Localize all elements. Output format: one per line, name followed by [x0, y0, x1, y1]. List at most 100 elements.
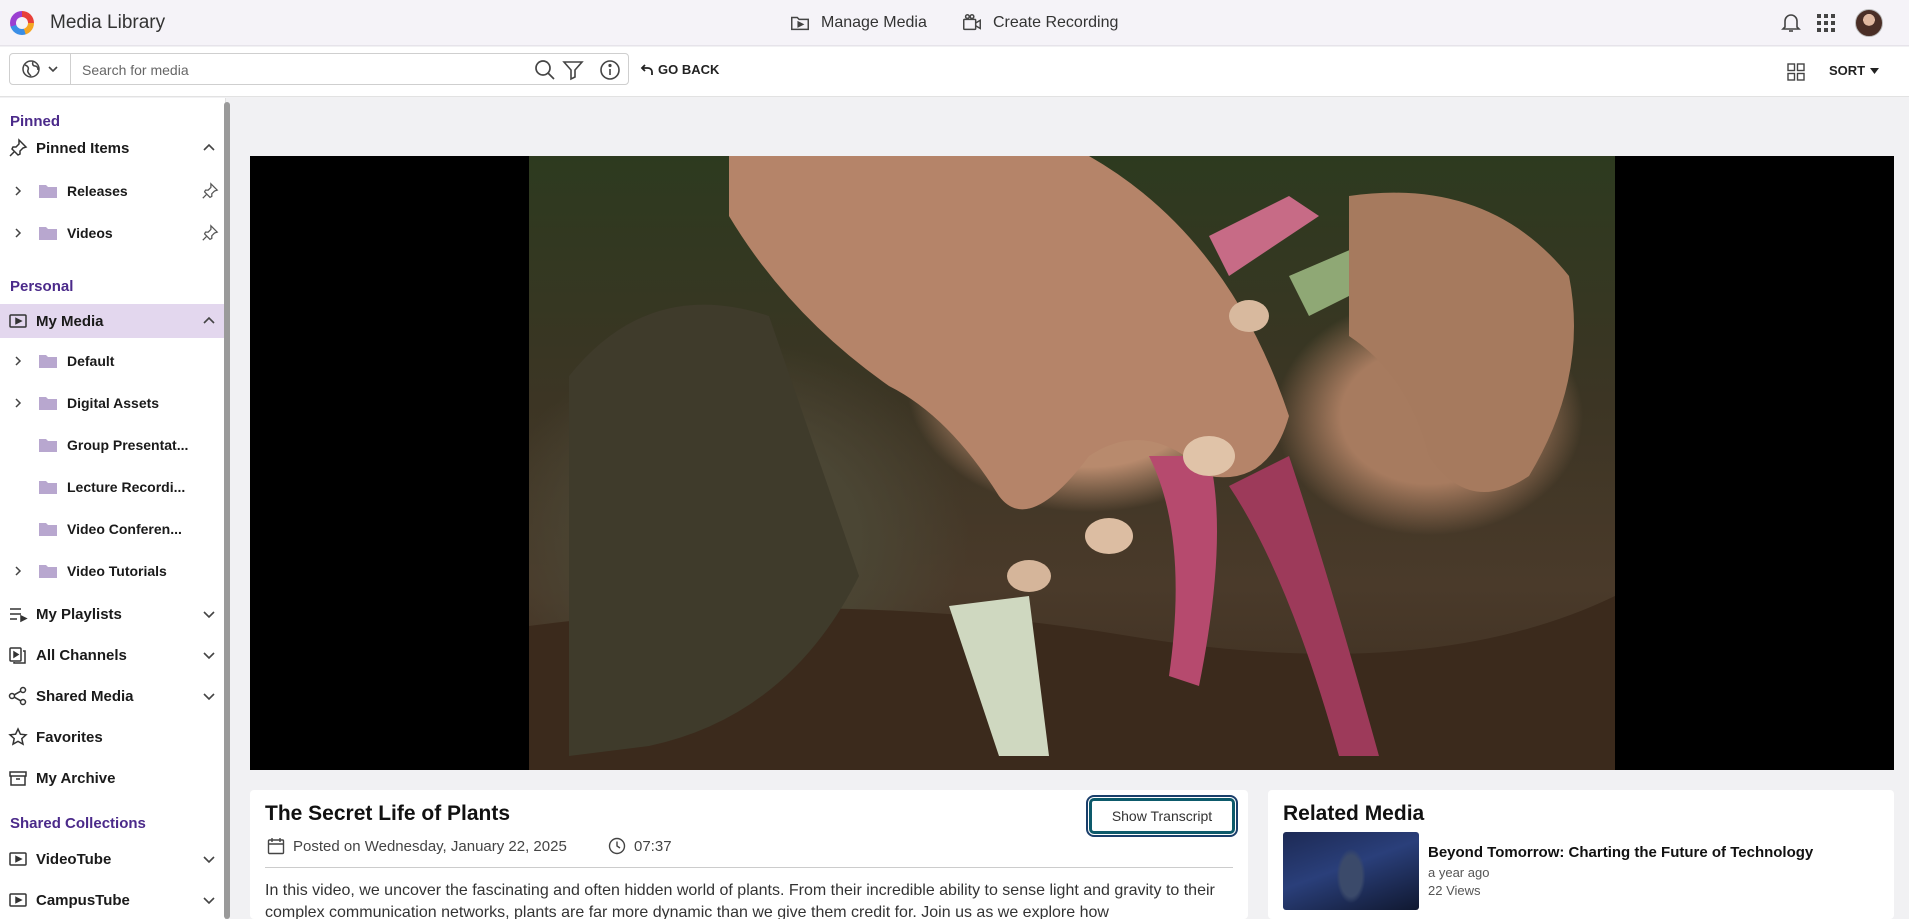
- chevron-right-icon[interactable]: [12, 355, 24, 367]
- sidebar-item-group-presentations[interactable]: Group Presentat...: [0, 428, 224, 462]
- sidebar-item-videos[interactable]: Videos: [0, 216, 224, 250]
- clock-icon: [608, 837, 626, 855]
- chevron-right-icon[interactable]: [12, 565, 24, 577]
- sidebar-item-my-media[interactable]: My Media: [0, 304, 224, 338]
- chevron-right-icon[interactable]: [12, 185, 24, 197]
- pin-icon[interactable]: [201, 224, 219, 242]
- media-info-card: The Secret Life of Plants Posted on Wedn…: [250, 790, 1248, 919]
- sidebar-item-label: All Channels: [36, 646, 127, 664]
- user-menu[interactable]: [1855, 9, 1883, 37]
- calendar-icon: [267, 838, 285, 855]
- folder-icon: [39, 397, 57, 410]
- sidebar-scrollbar[interactable]: [224, 102, 230, 919]
- star-icon: [8, 727, 28, 746]
- pin-icon[interactable]: [201, 182, 219, 200]
- show-transcript-button[interactable]: Show Transcript: [1086, 795, 1238, 837]
- sidebar-item-label: Video Tutorials: [67, 563, 167, 579]
- search-box: [9, 53, 629, 85]
- chevron-up-icon[interactable]: [202, 314, 216, 328]
- folder-icon: [39, 355, 57, 368]
- section-personal: Personal: [10, 278, 74, 295]
- section-shared-collections: Shared Collections: [10, 815, 146, 832]
- notifications-button[interactable]: [1779, 10, 1803, 34]
- sidebar-item-lecture-recordings[interactable]: Lecture Recordi...: [0, 470, 224, 504]
- create-recording-label: Create Recording: [993, 14, 1119, 31]
- share-icon: [8, 686, 27, 706]
- go-back-button[interactable]: GO BACK: [640, 62, 719, 77]
- search-icon[interactable]: [534, 59, 556, 81]
- sidebar-item-video-conferences[interactable]: Video Conferen...: [0, 512, 224, 546]
- related-media-item-title[interactable]: Beyond Tomorrow: Charting the Future of …: [1428, 844, 1813, 861]
- chevron-down-icon[interactable]: [202, 689, 216, 703]
- sidebar-item-label: Pinned Items: [36, 139, 130, 157]
- sidebar-item-label: VideoTube: [36, 850, 112, 868]
- sort-dropdown[interactable]: SORT: [1829, 63, 1880, 78]
- divider: [265, 867, 1233, 868]
- related-media-thumbnail[interactable]: [1283, 832, 1419, 910]
- sidebar-item-digital-assets[interactable]: Digital Assets: [0, 386, 224, 420]
- video-camera-icon: [963, 14, 981, 31]
- chevron-down-icon[interactable]: [202, 607, 216, 621]
- video-frame[interactable]: [529, 156, 1615, 770]
- sidebar-item-label: Favorites: [36, 728, 103, 746]
- duration-label: 07:37: [634, 837, 672, 855]
- caret-down-icon: [1870, 67, 1880, 74]
- sidebar-item-label: Videos: [67, 225, 113, 241]
- sidebar-item-videotube[interactable]: VideoTube: [0, 842, 224, 876]
- channels-icon: [9, 647, 26, 664]
- duration: 07:37: [608, 837, 672, 855]
- folder-icon: [39, 565, 57, 578]
- related-media-card: Related Media Beyond Tomorrow: Charting …: [1268, 790, 1894, 919]
- avatar: [1855, 9, 1883, 37]
- chevron-down-icon[interactable]: [202, 893, 216, 907]
- sidebar-item-label: CampusTube: [36, 891, 130, 909]
- folder-icon: [39, 439, 57, 452]
- sidebar-item-label: My Media: [36, 312, 104, 330]
- sidebar-item-pinned-items[interactable]: Pinned Items: [0, 131, 224, 165]
- app-logo-icon[interactable]: [10, 11, 34, 35]
- sidebar-item-campustube[interactable]: CampusTube: [0, 883, 224, 917]
- search-input[interactable]: [82, 60, 532, 80]
- posted-date: Posted on Wednesday, January 22, 2025: [267, 837, 567, 855]
- pin-icon: [9, 138, 28, 157]
- back-arrow-icon: [640, 63, 653, 75]
- media-player-icon: [9, 852, 27, 866]
- manage-media-button[interactable]: Manage Media: [789, 12, 927, 34]
- sidebar: Pinned Pinned Items Releases Videos Pers…: [0, 98, 226, 919]
- video-still-image: [529, 156, 1615, 770]
- sidebar-item-label: Digital Assets: [67, 395, 160, 411]
- create-recording-button[interactable]: Create Recording: [961, 12, 1118, 34]
- sidebar-item-releases[interactable]: Releases: [0, 174, 224, 208]
- chevron-right-icon[interactable]: [12, 397, 24, 409]
- sidebar-item-shared-media[interactable]: Shared Media: [0, 679, 224, 713]
- chevron-down-icon: [48, 66, 58, 73]
- video-player[interactable]: [250, 156, 1894, 770]
- sidebar-item-my-archive[interactable]: My Archive: [0, 761, 224, 795]
- sidebar-item-favorites[interactable]: Favorites: [0, 720, 224, 754]
- media-player-icon: [9, 893, 27, 907]
- chevron-up-icon[interactable]: [202, 141, 216, 155]
- archive-icon: [9, 771, 27, 786]
- folder-icon: [39, 481, 57, 494]
- top-bar: Media Library Manage Media Create Record…: [0, 0, 1909, 46]
- apps-grid-button[interactable]: [1816, 13, 1836, 33]
- related-media-title: Related Media: [1283, 802, 1425, 825]
- chevron-right-icon[interactable]: [12, 227, 24, 239]
- sidebar-item-label: My Playlists: [36, 605, 122, 623]
- sidebar-item-all-channels[interactable]: All Channels: [0, 638, 224, 672]
- bell-icon: [1781, 14, 1801, 32]
- sidebar-item-video-tutorials[interactable]: Video Tutorials: [0, 554, 224, 588]
- grid-view-icon[interactable]: [1787, 63, 1805, 81]
- playlist-icon: [10, 608, 28, 623]
- folder-icon: [39, 185, 57, 198]
- section-pinned: Pinned: [10, 113, 61, 130]
- filter-icon[interactable]: [562, 59, 584, 81]
- sidebar-item-my-playlists[interactable]: My Playlists: [0, 597, 224, 631]
- info-icon[interactable]: [599, 59, 621, 81]
- chevron-down-icon[interactable]: [202, 648, 216, 662]
- sort-label: SORT: [1829, 63, 1866, 78]
- sidebar-item-default[interactable]: Default: [0, 344, 224, 378]
- sidebar-item-label: Releases: [67, 183, 128, 199]
- chevron-down-icon[interactable]: [202, 852, 216, 866]
- search-scope-dropdown[interactable]: [10, 54, 71, 84]
